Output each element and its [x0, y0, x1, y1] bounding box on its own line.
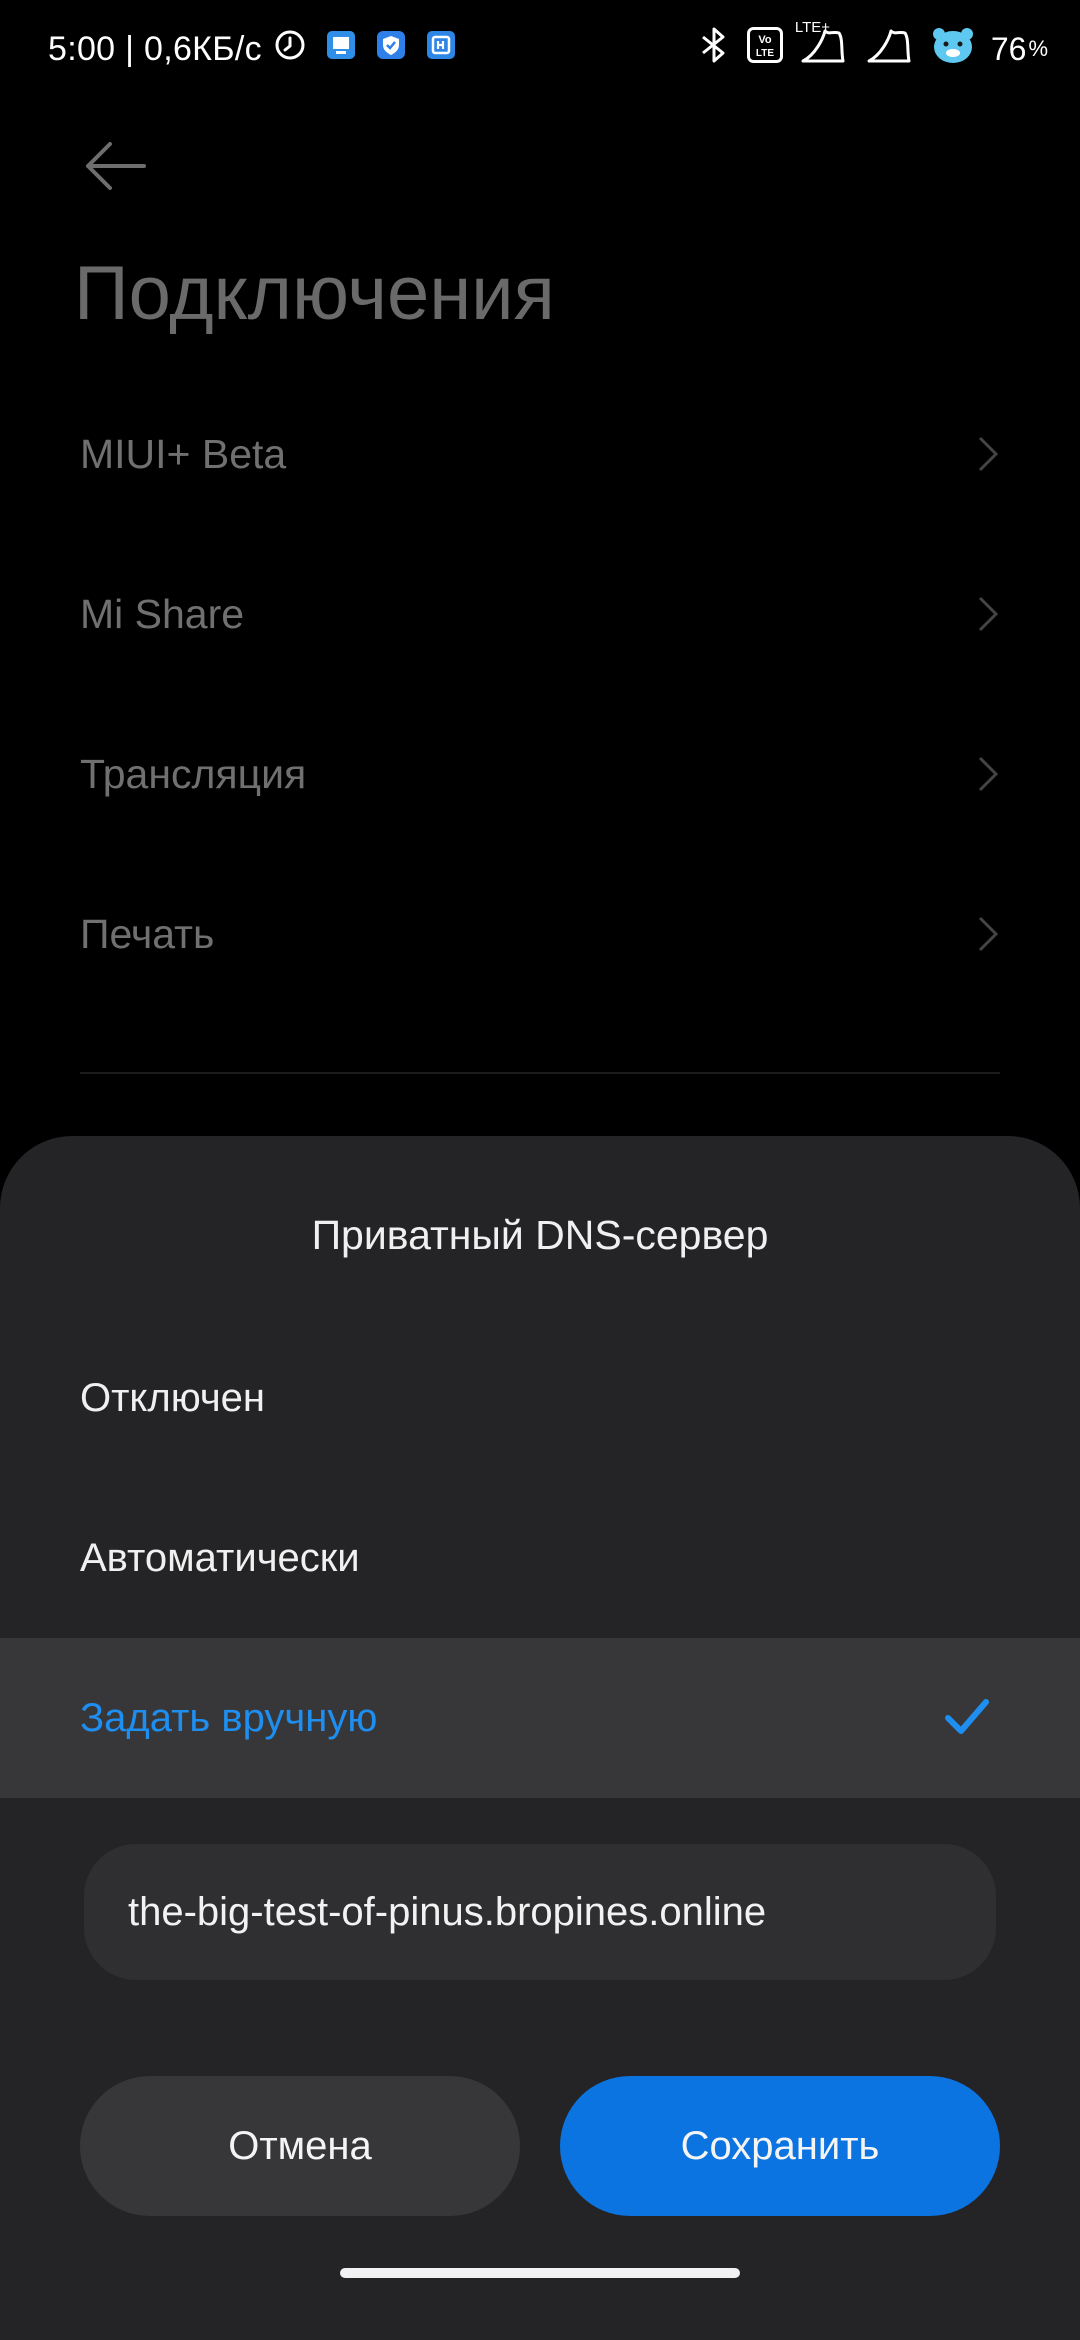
- private-dns-dialog: Приватный DNS-сервер Отключен Автоматиче…: [0, 1136, 1080, 2340]
- settings-item-label: Печать: [80, 911, 215, 957]
- battery-level: 76: [990, 30, 1027, 67]
- battery-mascot-icon: [931, 25, 975, 73]
- battery-unit: %: [1028, 36, 1048, 61]
- settings-item-label: Mi Share: [80, 591, 245, 637]
- option-label: Автоматически: [80, 1536, 360, 1580]
- home-indicator[interactable]: [340, 2268, 740, 2278]
- app-icon: [426, 30, 456, 69]
- status-bar: 5:00 | 0,6КБ/с Vo LTE LTE+ 76 %: [0, 0, 1080, 100]
- shield-icon: [376, 30, 406, 69]
- back-arrow-icon: [86, 142, 146, 190]
- option-off[interactable]: Отключен: [0, 1318, 1080, 1478]
- page-title: Подключения: [74, 251, 555, 336]
- dns-hostname-input[interactable]: [84, 1844, 996, 1980]
- save-button[interactable]: Сохранить: [560, 2076, 1000, 2216]
- chevron-right-icon: [978, 916, 999, 952]
- bluetooth-icon: [697, 25, 731, 73]
- status-right: Vo LTE LTE+ 76 %: [697, 19, 1048, 73]
- back-button[interactable]: [80, 136, 150, 196]
- settings-item-cast[interactable]: Трансляция: [0, 694, 1080, 854]
- option-label: Задать вручную: [80, 1696, 378, 1740]
- checkmark-icon: [945, 1699, 989, 1734]
- signal-lte-icon: LTE+: [795, 19, 849, 73]
- volte-icon: Vo LTE: [746, 27, 783, 71]
- chevron-right-icon: [978, 756, 999, 792]
- chevron-right-icon: [978, 596, 999, 632]
- connections-settings-page: Подключения MIUI+ Beta Mi Share Трансляц…: [0, 100, 1080, 1140]
- cancel-button[interactable]: Отмена: [80, 2076, 520, 2216]
- app-notification-icon: [326, 30, 356, 69]
- status-time-speed: 5:00 | 0,6КБ/с: [48, 29, 262, 68]
- settings-item-mi-share[interactable]: Mi Share: [0, 534, 1080, 694]
- status-left: 5:00 | 0,6КБ/с: [48, 26, 456, 72]
- chevron-right-icon: [978, 436, 999, 472]
- svg-text:LTE: LTE: [756, 48, 774, 59]
- option-label: Отключен: [80, 1376, 266, 1420]
- option-automatic[interactable]: Автоматически: [0, 1478, 1080, 1638]
- alarm-icon: [274, 29, 306, 70]
- signal-icon: [865, 25, 915, 73]
- dialog-title: Приватный DNS-сервер: [311, 1212, 769, 1258]
- settings-item-label: Трансляция: [80, 751, 307, 797]
- section-divider: [80, 1072, 1000, 1074]
- settings-item-label: MIUI+ Beta: [80, 431, 287, 477]
- settings-item-miui-plus[interactable]: MIUI+ Beta: [0, 374, 1080, 534]
- svg-text:Vo: Vo: [758, 34, 772, 46]
- lte-label: LTE+: [794, 19, 830, 36]
- settings-item-printing[interactable]: Печать: [0, 854, 1080, 1014]
- option-manual[interactable]: Задать вручную: [0, 1638, 1080, 1798]
